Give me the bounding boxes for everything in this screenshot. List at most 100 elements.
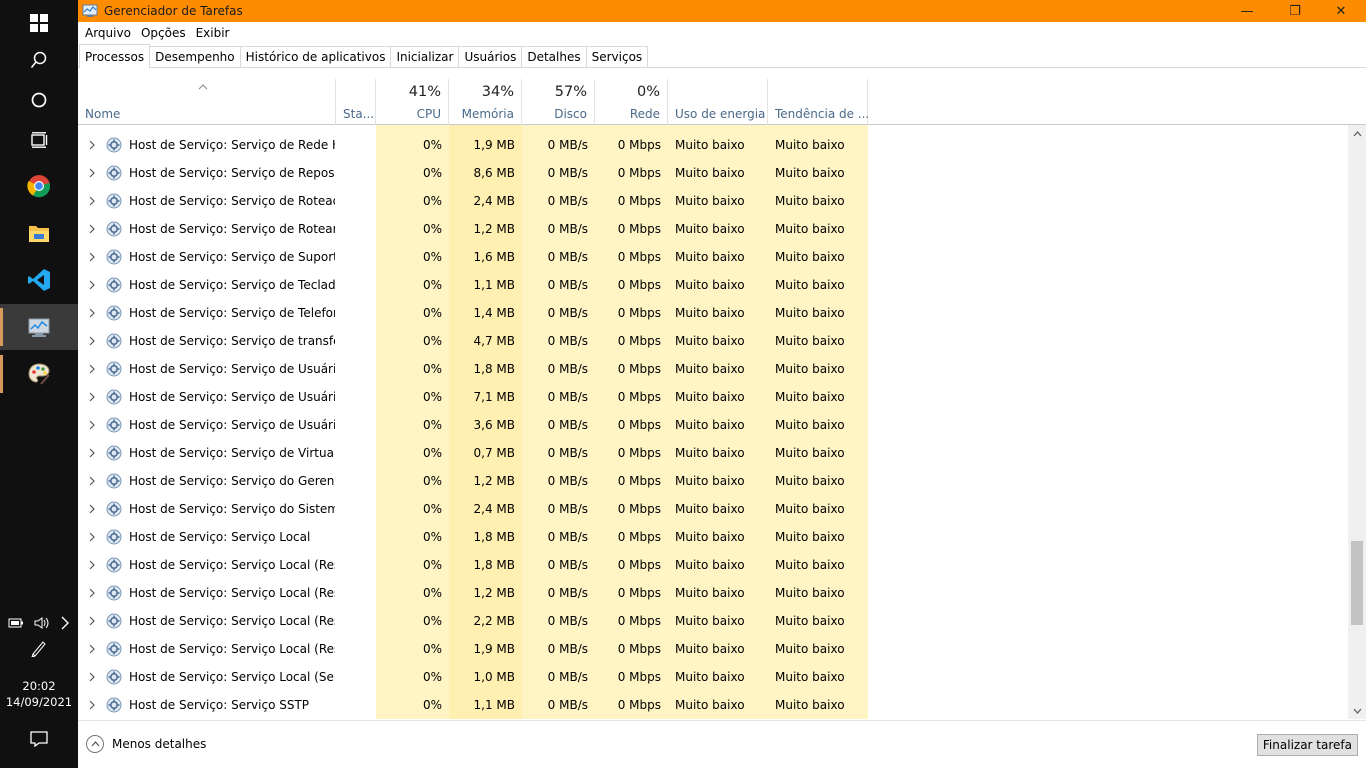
service-gear-icon xyxy=(106,389,122,405)
chevron-right-icon[interactable] xyxy=(86,615,98,627)
tab-detalhes[interactable]: Detalhes xyxy=(521,46,587,67)
memory-value: 7,1 MB xyxy=(473,390,515,404)
cpu-value: 0% xyxy=(422,558,442,572)
header-cpu-label: CPU xyxy=(416,107,441,121)
menu-arquivo[interactable]: Arquivo xyxy=(80,26,136,40)
table-row[interactable]: Host de Serviço: Serviço Local (Sem ... 0… xyxy=(78,663,1348,691)
tab-inicializar[interactable]: Inicializar xyxy=(390,46,460,67)
table-row[interactable]: Host de Serviço: Serviço Local (Restri..… xyxy=(78,579,1348,607)
power-value: Muito baixo xyxy=(675,558,745,572)
power-trend-value: Muito baixo xyxy=(775,138,845,152)
chevron-right-icon[interactable] xyxy=(86,671,98,683)
scroll-down-icon[interactable] xyxy=(1348,702,1366,719)
header-disk[interactable]: 57% Disco xyxy=(522,79,595,125)
tab-servicos[interactable]: Serviços xyxy=(585,46,649,67)
header-status[interactable]: Sta... xyxy=(336,79,376,125)
chevron-right-icon[interactable] xyxy=(86,363,98,375)
table-row[interactable]: Host de Serviço: Serviço de Telefonia 0% 1… xyxy=(78,299,1348,327)
header-memory-label: Memória xyxy=(461,107,514,121)
chevron-right-icon[interactable] xyxy=(86,335,98,347)
restore-button[interactable]: ❐ xyxy=(1272,0,1318,22)
task-manager-icon[interactable] xyxy=(0,304,78,350)
paint-icon[interactable] xyxy=(0,351,78,397)
menu-opcoes[interactable]: Opções xyxy=(136,26,191,40)
table-row[interactable]: Host de Serviço: Serviço Local 0% 1,8 MB 0 … xyxy=(78,523,1348,551)
process-name: Host de Serviço: Serviço de Usuário ... xyxy=(129,362,335,376)
title-bar[interactable]: Gerenciador de Tarefas — ❐ ✕ xyxy=(78,0,1366,22)
process-name: Host de Serviço: Serviço de Roteador... xyxy=(129,194,335,208)
tab-historico[interactable]: Histórico de aplicativos xyxy=(239,46,392,67)
chevron-right-icon[interactable] xyxy=(86,251,98,263)
chevron-right-icon[interactable] xyxy=(86,475,98,487)
table-row[interactable]: Host de Serviço: Serviço de transferê...… xyxy=(78,327,1348,355)
scrollbar-thumb[interactable] xyxy=(1351,541,1363,625)
header-network[interactable]: 0% Rede xyxy=(595,79,668,125)
file-explorer-icon[interactable] xyxy=(0,210,78,256)
chevron-right-icon[interactable] xyxy=(86,559,98,571)
tab-usuarios[interactable]: Usuários xyxy=(458,46,523,67)
chevron-right-icon[interactable] xyxy=(86,699,98,711)
chevron-right-icon[interactable] xyxy=(86,643,98,655)
table-row[interactable]: Host de Serviço: Serviço do Sistema ... 0… xyxy=(78,495,1348,523)
tab-processos[interactable]: Processos xyxy=(79,44,151,68)
process-name: Host de Serviço: Serviço de Virtualiza..… xyxy=(129,446,335,460)
process-name: Host de Serviço: Serviço Local xyxy=(129,530,311,544)
restore-icon: ❐ xyxy=(1289,3,1301,19)
vscode-icon[interactable] xyxy=(0,257,78,303)
table-row[interactable]: Host de Serviço: Serviço SSTP 0% 1,1 MB 0 M… xyxy=(78,691,1348,719)
clock[interactable]: 20:02 14/09/2021 xyxy=(0,678,78,710)
table-row[interactable]: Host de Serviço: Serviço de Suporte ... 0… xyxy=(78,243,1348,271)
chevron-right-icon[interactable] xyxy=(86,223,98,235)
power-trend-value: Muito baixo xyxy=(775,558,845,572)
header-memory[interactable]: 34% Memória xyxy=(449,79,522,125)
chevron-right-icon[interactable] xyxy=(86,419,98,431)
table-row[interactable]: Host de Serviço: Serviço de Usuário ... 0… xyxy=(78,355,1348,383)
chevron-right-icon[interactable] xyxy=(86,167,98,179)
table-row[interactable]: Host de Serviço: Serviço de Usuário ... 0… xyxy=(78,411,1348,439)
end-task-button[interactable]: Finalizar tarefa xyxy=(1256,734,1358,756)
menu-exibir[interactable]: Exibir xyxy=(191,26,235,40)
chevron-right-icon[interactable] xyxy=(86,279,98,291)
menu-bar: Arquivo Opções Exibir xyxy=(78,22,1366,44)
header-power-trend[interactable]: Tendência de ... xyxy=(768,79,869,125)
table-row[interactable]: Host de Serviço: Serviço de Rede Host 0% 1… xyxy=(78,131,1348,159)
minimize-button[interactable]: — xyxy=(1224,0,1270,22)
header-name[interactable]: Nome xyxy=(78,79,336,125)
table-row[interactable]: Host de Serviço: Serviço de Repositó... 0… xyxy=(78,159,1348,187)
network-value: 0 Mbps xyxy=(617,166,661,180)
process-name: Host de Serviço: Serviço de transferê... xyxy=(129,334,335,348)
chevron-right-icon[interactable] xyxy=(86,195,98,207)
chevron-right-icon[interactable] xyxy=(86,447,98,459)
cpu-value: 0% xyxy=(422,670,442,684)
table-row[interactable]: Host de Serviço: Serviço de Roteame... 0%… xyxy=(78,215,1348,243)
scroll-up-icon[interactable] xyxy=(1348,125,1366,142)
table-row[interactable]: Host de Serviço: Serviço de Teclado ... 0… xyxy=(78,271,1348,299)
power-value: Muito baixo xyxy=(675,530,745,544)
tab-desempenho[interactable]: Desempenho xyxy=(149,46,241,67)
table-row[interactable]: Host de Serviço: Serviço de Usuário ... 0… xyxy=(78,383,1348,411)
table-row[interactable]: Host de Serviço: Serviço do Gerencia... 0… xyxy=(78,467,1348,495)
notification-icon[interactable] xyxy=(0,716,78,762)
close-button[interactable]: ✕ xyxy=(1318,0,1364,22)
header-cpu[interactable]: 41% CPU xyxy=(376,79,449,125)
pen-icon[interactable] xyxy=(0,628,78,668)
table-row[interactable]: Host de Serviço: Serviço Local (Restri..… xyxy=(78,607,1348,635)
table-row[interactable]: Host de Serviço: Serviço de Roteador... 0… xyxy=(78,187,1348,215)
less-details-button[interactable]: Menos detalhes xyxy=(86,735,206,753)
chevron-right-icon[interactable] xyxy=(86,391,98,403)
chrome-icon[interactable] xyxy=(0,163,78,209)
disk-value: 0 MB/s xyxy=(547,334,588,348)
header-power[interactable]: Uso de energia xyxy=(668,79,768,125)
task-view-icon[interactable] xyxy=(0,117,78,163)
vertical-scrollbar[interactable] xyxy=(1348,125,1366,719)
footer: Menos detalhes Finalizar tarefa xyxy=(78,720,1366,768)
table-row[interactable]: Host de Serviço: Serviço Local (Restri..… xyxy=(78,551,1348,579)
chevron-right-icon[interactable] xyxy=(86,307,98,319)
table-row[interactable]: Host de Serviço: Serviço Local (Restri..… xyxy=(78,635,1348,663)
chevron-right-icon[interactable] xyxy=(86,531,98,543)
chevron-right-icon[interactable] xyxy=(86,503,98,515)
chevron-right-icon[interactable] xyxy=(86,587,98,599)
table-row[interactable]: Host de Serviço: Serviço de Virtualiza..… xyxy=(78,439,1348,467)
chevron-right-icon[interactable] xyxy=(86,139,98,151)
power-value: Muito baixo xyxy=(675,306,745,320)
